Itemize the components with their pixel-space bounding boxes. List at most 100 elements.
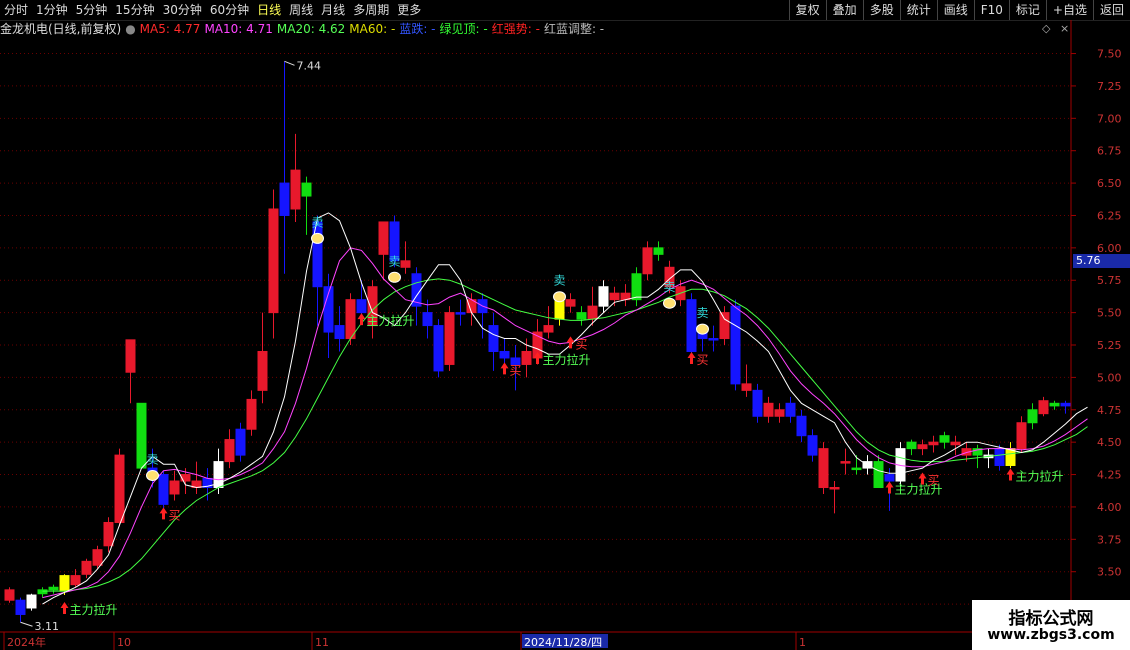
- period-tab-0[interactable]: 分时: [0, 0, 32, 20]
- candle-body-90: [994, 448, 1005, 466]
- y-tick-label-7: 5.00: [1097, 371, 1122, 384]
- candle-body-65: [719, 312, 730, 340]
- period-selector: 分时 1分钟 5分钟 15分钟 30分钟 60分钟 日线 周线 月线 多周期 更多: [0, 0, 425, 20]
- money-bag-icon-10: [663, 297, 676, 309]
- candle-body-15: [169, 480, 180, 495]
- candle-body-66: [730, 305, 741, 385]
- signal-label-3: 卖: [312, 215, 324, 229]
- kline-chart[interactable]: 3.253.503.754.004.254.504.755.005.255.50…: [0, 20, 1130, 650]
- signal-label-2: 卖: [147, 452, 159, 466]
- money-bag-icon-12: [696, 323, 709, 335]
- candle-body-74: [818, 448, 829, 489]
- y-tick-label-13: 6.50: [1097, 177, 1122, 190]
- toolbar-button-5[interactable]: F10: [973, 0, 1009, 20]
- watermark-logo: 指标公式网 www.zbgs3.com: [972, 600, 1130, 650]
- ma60-value: MA60: -: [349, 22, 396, 36]
- watermark-url: www.zbgs3.com: [987, 627, 1115, 643]
- candle-body-53: [587, 305, 598, 320]
- toolbar-button-1[interactable]: 叠加: [825, 0, 863, 20]
- y-tick-label-5: 4.50: [1097, 436, 1122, 449]
- low-marker-label: 3.11: [35, 620, 60, 633]
- buy-arrow-icon-1: [159, 507, 168, 520]
- period-tab-4[interactable]: 30分钟: [159, 0, 206, 20]
- money-bag-icon-5: [388, 271, 401, 283]
- toolbar-button-3[interactable]: 统计: [899, 0, 937, 20]
- ma10-value: MA10: 4.71: [204, 22, 273, 36]
- y-tick-label-1: 3.50: [1097, 566, 1122, 579]
- candle-body-45: [499, 350, 510, 359]
- candle-body-32: [356, 299, 367, 314]
- period-tab-7[interactable]: 周线: [285, 0, 317, 20]
- candle-body-6: [70, 575, 81, 586]
- signal-label-0: 主力拉升: [70, 602, 118, 617]
- toolbar-button-6[interactable]: 标记: [1008, 0, 1046, 20]
- period-tab-5[interactable]: 60分钟: [206, 0, 253, 20]
- toolbar-button-0[interactable]: 复权: [788, 0, 826, 20]
- y-tick-label-9: 5.50: [1097, 307, 1122, 320]
- candle-body-52: [576, 312, 587, 320]
- candle-body-69: [763, 402, 774, 417]
- y-tick-label-15: 7.00: [1097, 112, 1122, 125]
- toolbar-button-8[interactable]: 返回: [1092, 0, 1130, 20]
- high-marker-label: 7.44: [297, 59, 322, 72]
- period-tab-9[interactable]: 多周期: [349, 0, 393, 20]
- redblue-adjust-value: 红蓝调整: -: [543, 22, 605, 36]
- y-tick-label-3: 4.00: [1097, 501, 1122, 514]
- candle-body-23: [257, 350, 268, 391]
- candle-body-34: [378, 221, 389, 255]
- candle-body-24: [268, 208, 279, 314]
- y-tick-label-2: 3.75: [1097, 533, 1122, 546]
- candle-body-21: [235, 428, 246, 456]
- candle-body-11: [125, 339, 136, 373]
- period-tab-3[interactable]: 15分钟: [111, 0, 158, 20]
- red-strong-value: 红强势: -: [491, 22, 540, 36]
- candle-body-27: [301, 182, 312, 197]
- candle-body-22: [246, 398, 257, 430]
- candle-body-8: [92, 549, 103, 566]
- ma20-value: MA20: 4.62: [276, 22, 346, 36]
- candle-body-85: [939, 435, 950, 443]
- candle-body-72: [796, 415, 807, 437]
- close-icon[interactable]: ×: [1060, 22, 1069, 35]
- candle-body-1: [15, 599, 26, 615]
- toolbar-button-7[interactable]: +自选: [1045, 0, 1093, 20]
- period-tab-6[interactable]: 日线: [253, 0, 285, 20]
- candle-body-79: [873, 461, 884, 489]
- toolbar-right-buttons: 复权 叠加 多股 统计 画线 F10 标记 +自选 返回: [788, 0, 1130, 20]
- buy-arrow-icon-4: [357, 313, 366, 326]
- diamond-icon[interactable]: ◇: [1042, 22, 1050, 35]
- period-tab-1[interactable]: 1分钟: [32, 0, 72, 20]
- y-tick-label-17: 7.50: [1097, 48, 1122, 61]
- signal-label-11: 买: [697, 353, 709, 367]
- y-tick-label-11: 6.00: [1097, 242, 1122, 255]
- candle-body-12: [136, 402, 147, 469]
- candle-body-92: [1016, 422, 1027, 450]
- buy-arrow-icon-15: [1006, 468, 1015, 481]
- period-tab-8[interactable]: 月线: [317, 0, 349, 20]
- toolbar-button-2[interactable]: 多股: [862, 0, 900, 20]
- candle-body-41: [455, 312, 466, 315]
- candle-body-4: [48, 586, 59, 591]
- x-tick-label-4: 1: [799, 636, 806, 649]
- candle-body-49: [543, 325, 554, 333]
- candle-body-75: [829, 487, 840, 490]
- signal-label-9: 买: [576, 337, 588, 351]
- toolbar-button-4[interactable]: 画线: [936, 0, 974, 20]
- watermark-title: 指标公式网: [1008, 609, 1094, 629]
- candle-body-76: [840, 461, 851, 464]
- period-tab-2[interactable]: 5分钟: [72, 0, 112, 20]
- dropdown-icon[interactable]: ●: [125, 21, 139, 37]
- candle-body-44: [488, 325, 499, 352]
- high-marker-arrow: [284, 60, 295, 66]
- signal-label-1: 买: [169, 508, 181, 522]
- period-tab-10[interactable]: 更多: [393, 0, 425, 20]
- candle-body-95: [1049, 402, 1060, 407]
- buy-arrow-icon-9: [566, 336, 575, 349]
- y-tick-label-12: 6.25: [1097, 209, 1122, 222]
- stock-title: 金龙机电(日线,前复权): [0, 22, 122, 36]
- candle-body-96: [1060, 402, 1071, 407]
- current-price-label: 5.76: [1073, 254, 1130, 268]
- candle-body-57: [631, 273, 642, 301]
- signal-label-14: 买: [928, 473, 940, 487]
- signal-label-8: 卖: [554, 274, 566, 288]
